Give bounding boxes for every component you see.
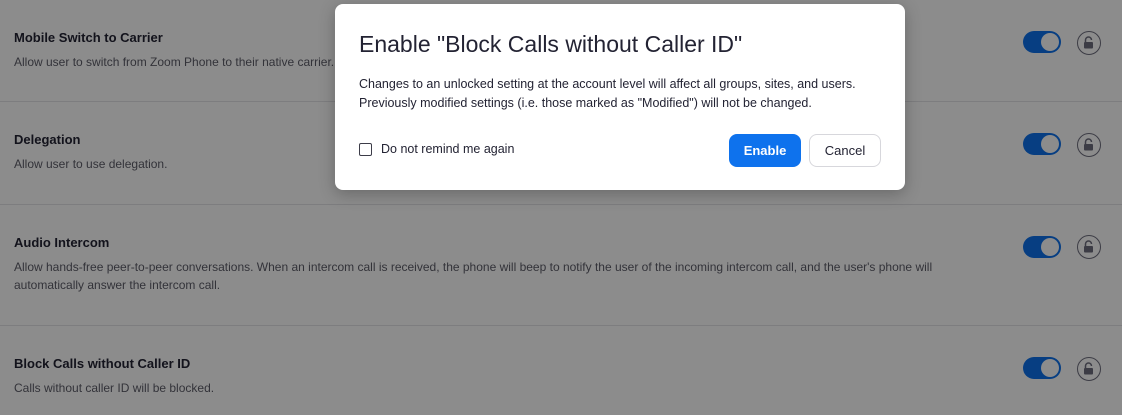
phone-settings-page: Mobile Switch to Carrier Allow user to s… — [0, 0, 1122, 415]
confirm-enable-dialog: Enable "Block Calls without Caller ID" C… — [335, 4, 905, 190]
do-not-remind-checkbox[interactable]: Do not remind me again — [359, 140, 514, 158]
checkbox-box[interactable] — [359, 142, 372, 156]
cancel-button[interactable]: Cancel — [809, 134, 881, 167]
dialog-body-line: Previously modified settings (i.e. those… — [359, 96, 812, 110]
dialog-title: Enable "Block Calls without Caller ID" — [359, 31, 743, 57]
checkbox-label[interactable]: Do not remind me again — [381, 142, 514, 156]
enable-button[interactable]: Enable — [729, 134, 801, 167]
dialog-body-line: Changes to an unlocked setting at the ac… — [359, 77, 856, 91]
dialog-body: Changes to an unlocked setting at the ac… — [359, 75, 889, 113]
